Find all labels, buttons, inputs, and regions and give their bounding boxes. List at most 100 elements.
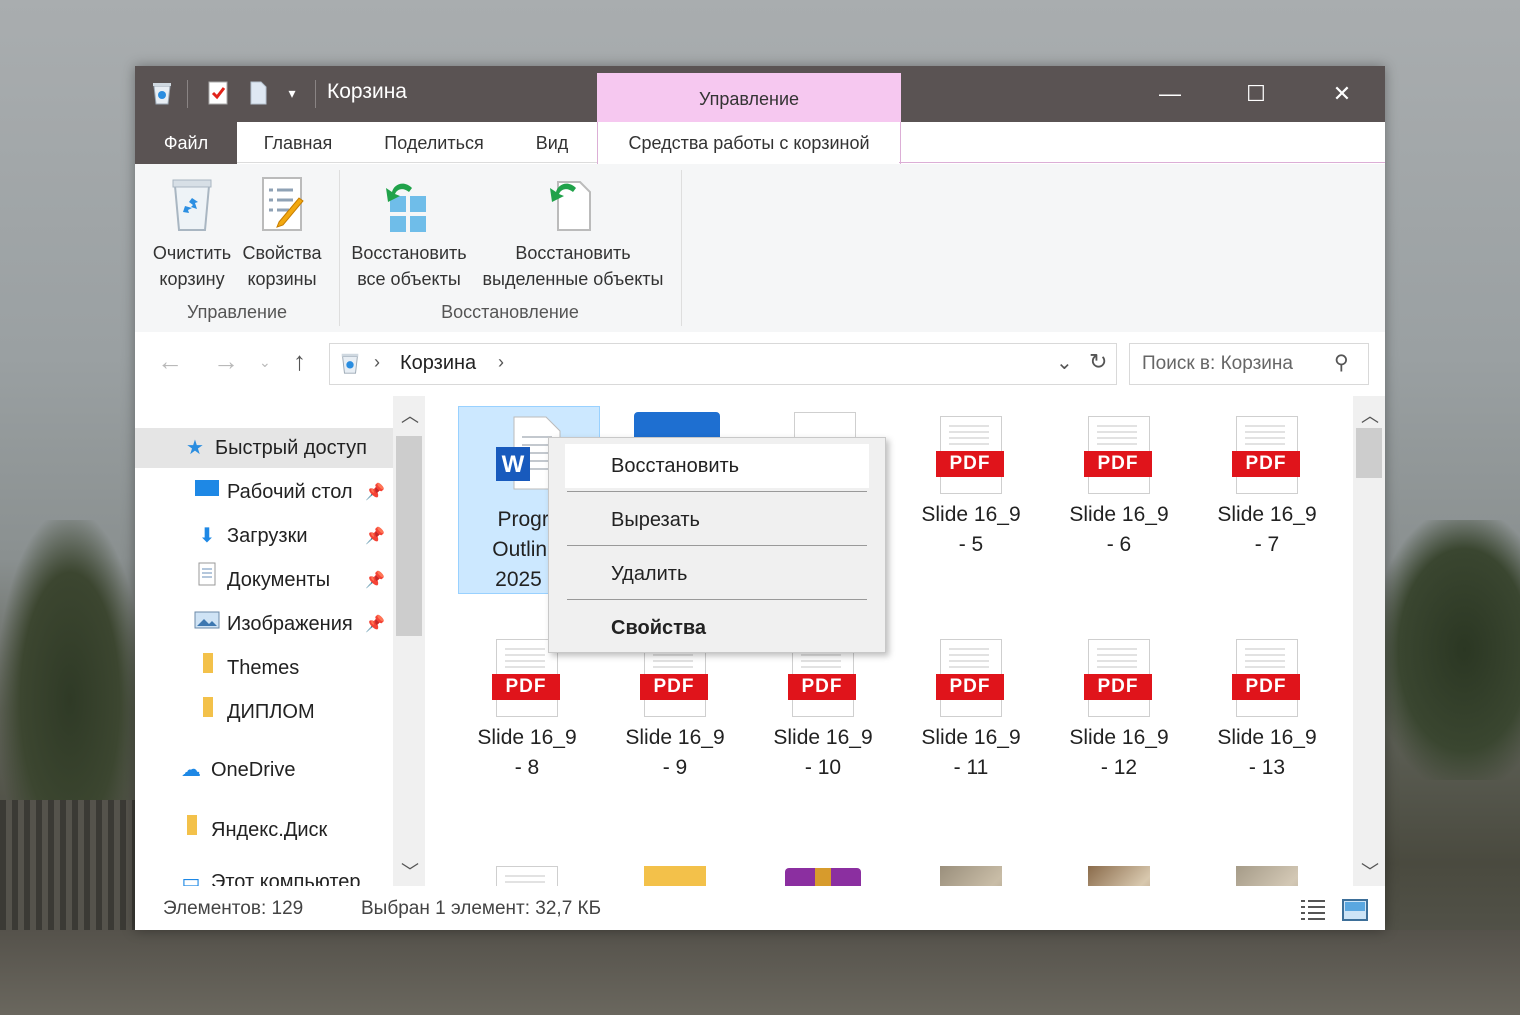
recycle-bin-icon[interactable] [149,80,175,106]
file-item[interactable]: PDF Slide 16_9 - 8 [457,639,597,783]
pdf-icon: PDF [1232,639,1300,717]
file-item[interactable]: PDF Slide 16_9 - 7 [1197,416,1337,560]
scroll-down-icon[interactable]: ﹀ [401,858,419,884]
recent-locations-chevron-icon[interactable]: ⌄ [259,354,271,371]
file-name: Slide 16_9 [921,503,1021,526]
file-item[interactable]: PDF Slide 16_9 - 6 [1049,416,1189,560]
tab-share[interactable]: Поделиться [367,122,501,164]
sidebar-item-quick-access[interactable]: ★ Быстрый доступ [135,428,393,468]
tab-view[interactable]: Вид [521,122,583,164]
file-name: Slide 16_9 [773,726,873,749]
scroll-down-icon[interactable]: ﹀ [1361,858,1379,884]
item-count: Элементов: 129 [163,898,304,919]
up-arrow-icon[interactable]: ↑ [293,346,306,377]
minimize-button[interactable]: — [1127,72,1213,116]
recycle-bin-properties-label-1: Свойства [242,243,322,263]
ribbon-group-label-manage: Управление [186,302,288,322]
context-separator [567,599,867,600]
pin-icon[interactable]: 📌 [365,570,385,590]
properties-icon [255,172,309,234]
navigation-pane: ★ Быстрый доступ Рабочий стол 📌 ⬇ Загрузки… [135,396,425,886]
pdf-icon: PDF [496,866,558,886]
context-restore[interactable]: Восстановить [565,444,869,488]
status-bar: Элементов: 129 Выбран 1 элемент: 32,7 КБ [135,890,1385,930]
tab-home[interactable]: Главная [245,122,351,164]
file-item[interactable]: PDF Slide 16_9 - 5 [901,416,1041,560]
winrar-archive-icon [781,866,865,886]
file-item[interactable]: PDF [457,866,597,886]
context-delete[interactable]: Удалить [565,552,869,596]
desktop-road [0,930,1520,1015]
file-item[interactable] [753,866,893,886]
context-properties[interactable]: Свойства [565,606,869,650]
pdf-icon: PDF [1232,416,1300,494]
scroll-up-icon[interactable]: ︿ [1361,402,1379,428]
sidebar-item-label: Этот компьютер [211,871,361,886]
tab-file[interactable]: Файл [135,122,237,164]
file-name: Slide 16_9 [477,726,577,749]
sidebar-item-desktop[interactable]: Рабочий стол [193,472,353,512]
file-item[interactable]: PDF Slide 16_9 - 12 [1049,639,1189,783]
pin-icon[interactable]: 📌 [365,614,385,634]
properties-check-icon[interactable] [205,80,231,106]
sidebar-item-label: OneDrive [211,759,296,781]
file-item[interactable]: PDF Slide 16_9 - 13 [1197,639,1337,783]
folder-icon [177,810,205,850]
new-folder-icon[interactable] [245,80,271,106]
sidebar-item-themes[interactable]: Themes [193,648,299,688]
ribbon-group-label-restore: Восстановление [441,302,579,322]
tab-recycle-bin-tools[interactable]: Средства работы с корзиной [597,122,901,164]
search-input[interactable]: Поиск в: Корзина ⚲ [1129,343,1369,385]
quick-access-dropdown-icon[interactable]: ▾ [279,80,305,106]
breadcrumb[interactable]: Корзина [400,352,476,375]
desktop-roof [0,800,140,930]
back-arrow-icon[interactable]: ← [157,346,183,377]
maximize-button[interactable]: ☐ [1213,72,1299,116]
pin-icon[interactable]: 📌 [365,482,385,502]
recycle-bin-icon [338,350,362,381]
sidebar-item-label: ДИПЛОМ [227,701,315,723]
file-item[interactable]: PDF Slide 16_9 - 11 [901,639,1041,783]
recycle-bin-properties-label-2: корзины [247,269,317,289]
empty-recycle-bin-label-2: корзину [159,269,225,289]
computer-icon: ▭ [181,871,201,886]
file-item[interactable] [1197,866,1337,886]
file-name: - 12 [1100,756,1138,779]
context-cut[interactable]: Вырезать [565,498,869,542]
sidebar-item-yandex-disk[interactable]: Яндекс.Диск [177,810,327,850]
cloud-icon: ☁ [181,759,201,781]
empty-recycle-bin-button[interactable]: Очистить корзину [147,172,237,292]
file-name: - 9 [662,756,688,779]
nav-scrollbar-thumb[interactable] [396,436,422,636]
desktop-icon [193,472,221,512]
file-item[interactable]: PDF Slide 16_9 - 9 [605,639,745,783]
sidebar-item-this-pc[interactable]: ▭ Этот компьютер [177,862,361,886]
selection-info: Выбран 1 элемент: 32,7 КБ [361,898,602,919]
scroll-up-icon[interactable]: ︿ [401,402,419,428]
forward-arrow-icon[interactable]: → [213,346,239,377]
file-item[interactable] [901,866,1041,886]
recycle-bin-properties-button[interactable]: Свойства корзины [239,172,325,292]
sidebar-item-diplom[interactable]: ДИПЛОМ [193,692,315,732]
chevron-down-icon[interactable]: ⌄ [1056,350,1073,375]
close-button[interactable]: ✕ [1299,72,1385,116]
pin-icon[interactable]: 📌 [365,526,385,546]
restore-all-button[interactable]: Восстановить все объекты [347,172,471,292]
large-icons-view-icon[interactable] [1341,896,1369,924]
address-bar[interactable]: › Корзина › ⌄ [329,343,1117,385]
refresh-icon[interactable]: ↻ [1089,349,1107,375]
sidebar-item-downloads[interactable]: ⬇ Загрузки [193,516,308,556]
file-item[interactable] [1049,866,1189,886]
sidebar-item-documents[interactable]: Документы [193,560,330,600]
file-item[interactable]: PDF Slide 16_9 - 10 [753,639,893,783]
restore-selected-button[interactable]: Восстановить выделенные объекты [473,172,673,292]
breadcrumb-chevron-icon[interactable]: › [374,352,380,373]
sidebar-item-onedrive[interactable]: ☁ OneDrive [177,750,295,790]
files-scrollbar-thumb[interactable] [1356,428,1382,478]
restore-all-label-1: Восстановить [351,243,467,263]
breadcrumb-chevron-icon[interactable]: › [498,352,504,373]
sidebar-item-pictures[interactable]: Изображения [193,604,353,644]
details-view-icon[interactable] [1299,896,1327,924]
file-name: - 13 [1248,756,1286,779]
file-item[interactable]: PDF [605,866,745,886]
